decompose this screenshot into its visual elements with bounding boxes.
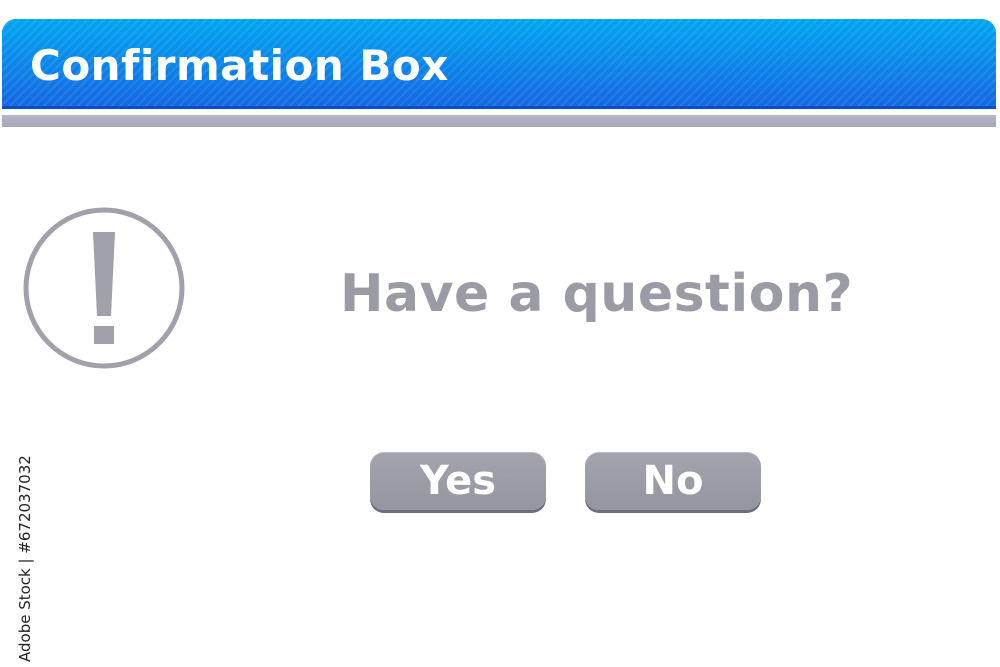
- dialog-message: Have a question?: [340, 264, 854, 324]
- title-bar: Confirmation Box: [2, 19, 996, 109]
- title-divider: [2, 115, 996, 127]
- confirmation-dialog: Confirmation Box Have a question? Yes No…: [0, 0, 1000, 667]
- yes-button[interactable]: Yes: [370, 452, 546, 510]
- exclamation-circle-icon: [22, 206, 186, 370]
- stock-watermark-text: Adobe Stock | #672037032: [16, 455, 34, 662]
- stock-watermark-id: Adobe Stock | #672037032: [13, 430, 35, 662]
- no-button[interactable]: No: [585, 452, 761, 510]
- dialog-title: Confirmation Box: [30, 41, 449, 90]
